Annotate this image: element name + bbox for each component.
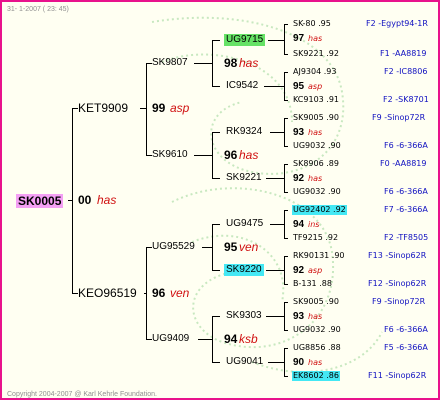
gen2-race: has: [239, 56, 259, 70]
gen3-id[interactable]: SK9220: [224, 264, 264, 276]
gen4-top-id[interactable]: AJ9304 .93: [293, 68, 336, 76]
gen4-bottom-id[interactable]: B-131 .88: [293, 280, 332, 288]
gen4-year: 92: [293, 265, 305, 276]
gen4-top-id[interactable]: SK9005 .90: [293, 298, 339, 306]
gen3-id[interactable]: SK9221: [226, 173, 262, 183]
gen3-id[interactable]: UG9475: [226, 219, 263, 229]
root-race: has: [97, 193, 117, 207]
gen3-id[interactable]: SK9303: [226, 311, 262, 321]
gen4-bottom-id[interactable]: EK8602 .86: [292, 371, 340, 381]
gen2-id[interactable]: SK9807: [152, 58, 188, 68]
gen4-year: 97: [293, 33, 305, 44]
gen4-bottom-line: F6 -6-366A: [384, 141, 428, 150]
gen4-race: has: [308, 128, 323, 137]
gen4-top-id[interactable]: RK90131 .90: [293, 252, 345, 260]
gen1-dam-id[interactable]: KET9909: [78, 102, 128, 114]
gen2-id[interactable]: SK9610: [152, 150, 188, 160]
gen1-sire-year: 96: [152, 286, 166, 300]
gen4-race: has: [308, 174, 323, 183]
gen2-id[interactable]: UG95529: [152, 242, 195, 252]
copyright-text: Copyright 2004-2007 @ Karl Kehrle Founda…: [7, 391, 157, 398]
gen4-top-line: F9 -Sinop72R: [372, 297, 426, 306]
gen4-top-line: F0 -AA8819: [380, 159, 427, 168]
gen4-bottom-id[interactable]: KC9103 .91: [293, 96, 339, 104]
gen4-race: asp: [308, 266, 323, 275]
gen4-top-line: F9 -Sinop72R: [372, 113, 426, 122]
gen4-bottom-line: F2 -TF8505: [384, 233, 429, 242]
date-stamp: 31- 1-2007 ( 23: 45): [7, 6, 69, 13]
gen4-bottom-line: F2 -SK8701: [383, 95, 429, 104]
gen4-top-line: F5 -6-366A: [384, 343, 428, 352]
gen4-bottom-line: F11 -Sinop62R: [368, 371, 427, 380]
gen4-race: has: [308, 312, 323, 321]
gen4-year: 93: [293, 311, 305, 322]
gen4-bottom-id[interactable]: UG9032 .90: [293, 326, 341, 334]
root-queen-id[interactable]: SK0005: [16, 194, 64, 208]
gen4-bottom-line: F1 -AA8819: [380, 49, 427, 58]
gen2-race: ksb: [239, 332, 258, 346]
gen2-race: has: [239, 148, 259, 162]
gen4-top-id[interactable]: UG92402 .92: [292, 205, 347, 215]
gen4-year: 93: [293, 127, 305, 138]
gen4-year: 90: [293, 357, 305, 368]
gen4-top-line: F13 -Sinop62R: [368, 251, 427, 260]
gen4-bottom-id[interactable]: SK9221 .92: [293, 50, 339, 58]
gen2-year: 95: [224, 240, 238, 254]
gen3-id[interactable]: UG9715: [224, 34, 266, 46]
gen4-race: has: [308, 358, 323, 367]
gen1-sire-id[interactable]: KEO96519: [78, 287, 137, 299]
gen4-year: 92: [293, 173, 305, 184]
gen4-top-id[interactable]: SK-80 .95: [293, 20, 331, 28]
gen4-bottom-id[interactable]: UG9032 .90: [293, 188, 341, 196]
gen4-bottom-id[interactable]: UG9032 .90: [293, 142, 341, 150]
gen1-dam-year: 99: [152, 101, 166, 115]
gen4-bottom-line: F6 -6-366A: [384, 325, 428, 334]
gen4-top-line: F2 -IC8806: [384, 67, 428, 76]
gen1-dam-race: asp: [170, 101, 190, 115]
gen4-bottom-id[interactable]: TF9215 .92: [293, 234, 338, 242]
gen3-id[interactable]: IC9542: [226, 81, 258, 91]
gen1-sire-race: ven: [170, 286, 190, 300]
gen4-top-line: F7 -6-366A: [384, 205, 428, 214]
gen4-top-id[interactable]: UG8856 .88: [293, 344, 341, 352]
gen4-race: asp: [308, 82, 323, 91]
gen2-year: 94: [224, 332, 238, 346]
gen4-race: has: [308, 34, 323, 43]
gen2-year: 96: [224, 148, 238, 162]
gen4-race: ins: [308, 220, 320, 229]
watermark-ornament: [151, 16, 383, 373]
pedigree-frame: 31- 1-2007 ( 23: 45) Copyright 2004-2007…: [0, 0, 440, 400]
gen3-id[interactable]: UG9041: [226, 357, 263, 367]
gen4-top-id[interactable]: SK8906 .89: [293, 160, 339, 168]
gen2-id[interactable]: UG9409: [152, 334, 189, 344]
gen2-year: 98: [224, 56, 238, 70]
root-year: 00: [78, 193, 92, 207]
gen4-bottom-line: F12 -Sinop62R: [368, 279, 427, 288]
gen3-id[interactable]: RK9324: [226, 127, 262, 137]
gen4-year: 94: [293, 219, 305, 230]
gen4-year: 95: [293, 81, 305, 92]
gen4-bottom-line: F6 -6-366A: [384, 187, 428, 196]
gen4-top-line: F2 -Egypt94-1R: [366, 19, 428, 28]
gen4-top-id[interactable]: SK9005 .90: [293, 114, 339, 122]
gen2-race: ven: [239, 240, 259, 254]
